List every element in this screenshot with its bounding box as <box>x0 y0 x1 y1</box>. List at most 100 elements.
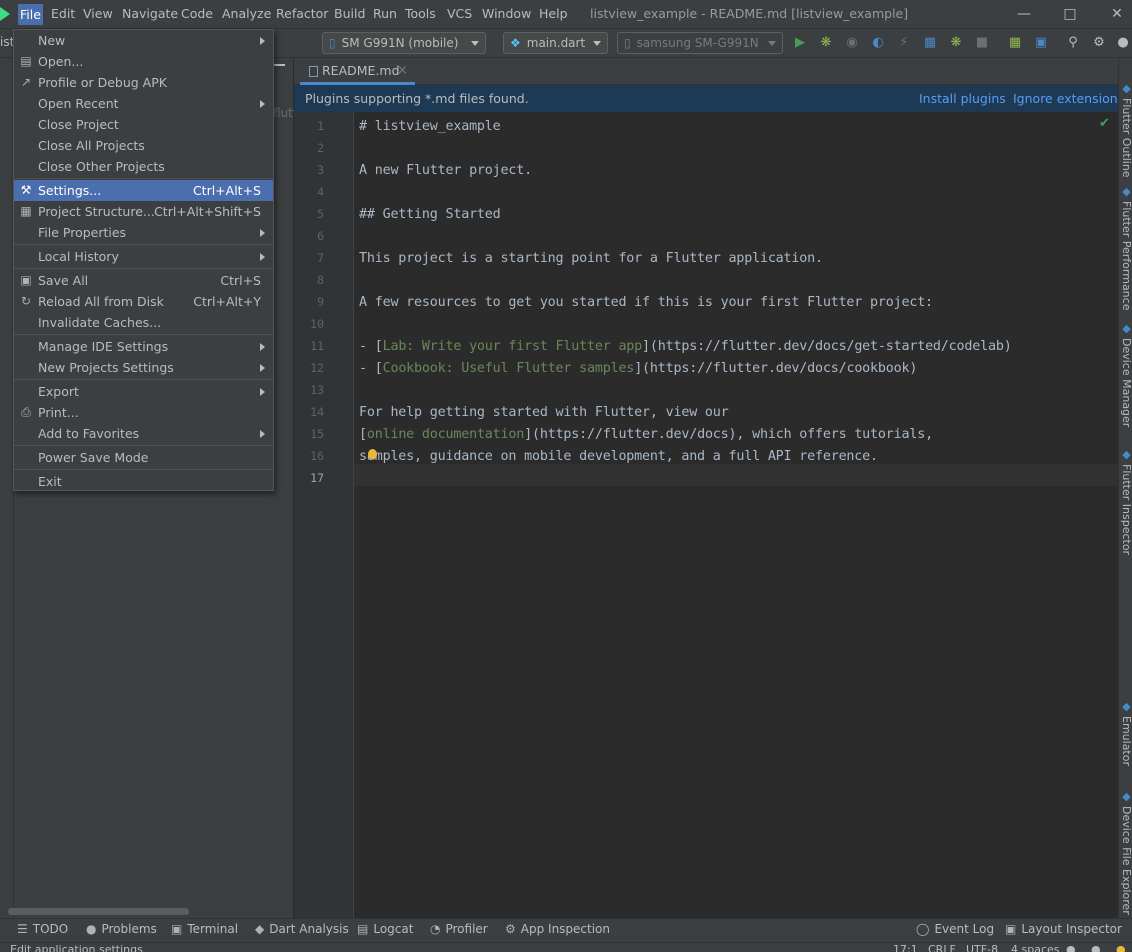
android-studio-logo-icon <box>0 7 10 21</box>
line-number: 4 <box>317 185 324 199</box>
line-number: 15 <box>310 427 324 441</box>
menu-item-close-other-projects[interactable]: Close Other Projects <box>14 156 273 177</box>
menu-item-open-recent[interactable]: Open Recent <box>14 93 273 114</box>
git-icon[interactable]: ● <box>1066 943 1076 952</box>
gear-icon[interactable]: ⚙ <box>1091 35 1107 51</box>
profile-icon[interactable]: ◐ <box>870 35 886 51</box>
menu-build[interactable]: Build <box>334 6 365 21</box>
tool-flutter-performance[interactable]: ◆ Flutter Performance <box>1120 185 1132 310</box>
menu-item-manage-ide-settings[interactable]: Manage IDE Settings <box>14 336 273 357</box>
menu-refactor[interactable]: Refactor <box>276 6 328 21</box>
code-editor[interactable] <box>354 112 1118 918</box>
left-tool-stripe <box>0 58 14 918</box>
ignore-extension-link[interactable]: Ignore extension <box>1013 85 1118 112</box>
menu-file[interactable]: File <box>18 4 43 25</box>
tool-label: TODO <box>32 922 69 936</box>
menu-item-export[interactable]: Export <box>14 381 273 402</box>
menu-item-settings[interactable]: ⚒ Settings... Ctrl+Alt+S <box>14 180 273 201</box>
tool-layout-inspector[interactable]: ▣ Layout Inspector <box>1005 922 1122 936</box>
menu-tools[interactable]: Tools <box>405 6 436 21</box>
tool-emulator[interactable]: ◆ Emulator <box>1120 700 1132 766</box>
tool-terminal[interactable]: ▣ Terminal <box>171 922 238 936</box>
lightbulb-icon[interactable] <box>368 449 377 459</box>
menu-window[interactable]: Window <box>482 6 531 21</box>
line-number: 5 <box>317 207 324 221</box>
code-line: samples, guidance on mobile development,… <box>359 449 878 464</box>
menu-item-new-projects-settings[interactable]: New Projects Settings <box>14 357 273 378</box>
run-config-combo[interactable]: ❖ main.dart <box>503 32 608 54</box>
hide-panel-icon[interactable] <box>273 64 285 66</box>
menu-code[interactable]: Code <box>181 6 213 21</box>
menu-analyze[interactable]: Analyze <box>222 6 271 21</box>
menu-item-save-all[interactable]: ▣ Save All Ctrl+S <box>14 270 273 291</box>
line-number: 2 <box>317 141 324 155</box>
debug-icon[interactable]: ❋ <box>818 35 834 51</box>
tool-profiler[interactable]: ◔ Profiler <box>430 922 488 936</box>
tool-event-log[interactable]: ◯ Event Log <box>916 922 994 936</box>
indent-setting[interactable]: 4 spaces <box>1011 943 1060 952</box>
tool-device-manager[interactable]: ◆ Device Manager <box>1120 322 1132 427</box>
tool-dart-analysis[interactable]: ◆ Dart Analysis <box>255 922 349 936</box>
minimize-icon[interactable]: — <box>1013 4 1035 24</box>
tool-app-inspection[interactable]: ⚙ App Inspection <box>505 922 610 936</box>
horizontal-scrollbar[interactable] <box>8 908 189 915</box>
menu-item-invalidate-caches[interactable]: Invalidate Caches... <box>14 312 273 333</box>
menu-item-open[interactable]: ▤ Open... <box>14 51 273 72</box>
menu-item-close-all-projects[interactable]: Close All Projects <box>14 135 273 156</box>
search-icon[interactable]: ⚲ <box>1065 35 1081 51</box>
caret-position[interactable]: 17:1 <box>893 943 918 952</box>
line-separator[interactable]: CRLF <box>928 943 956 952</box>
file-encoding[interactable]: UTF-8 <box>966 943 998 952</box>
device-selector-combo[interactable]: ▯ samsung SM-G991N <box>617 32 783 54</box>
menu-item-power-save-mode[interactable]: Power Save Mode <box>14 447 273 468</box>
run-icon[interactable]: ▶ <box>792 35 808 51</box>
close-tab-icon[interactable]: × <box>397 59 408 83</box>
menu-item-reload-all-from-disk[interactable]: ↻ Reload All from Disk Ctrl+Alt+Y <box>14 291 273 312</box>
menu-item-project-structure[interactable]: ▦ Project Structure... Ctrl+Alt+Shift+S <box>14 201 273 222</box>
tool-flutter-outline[interactable]: ◆ Flutter Outline <box>1120 82 1132 178</box>
hot-reload-icon[interactable]: ⚡ <box>896 35 912 51</box>
memory-icon[interactable]: ● <box>1091 943 1101 952</box>
apply-changes-icon[interactable]: ▦ <box>922 35 938 51</box>
menu-item-new[interactable]: New <box>14 30 273 51</box>
coverage-icon[interactable]: ◉ <box>844 35 860 51</box>
menu-run[interactable]: Run <box>373 6 397 21</box>
avd-manager-icon[interactable]: ▦ <box>1007 35 1023 51</box>
tool-device-file-explorer[interactable]: ◆ Device File Explorer <box>1120 790 1132 915</box>
menu-item-print[interactable]: ⎙ Print... <box>14 402 273 423</box>
notifications-icon[interactable]: ● <box>1116 943 1126 952</box>
code-text: # listview_example <box>359 119 501 134</box>
close-icon[interactable]: ✕ <box>1106 4 1128 24</box>
menu-separator <box>14 445 273 446</box>
tool-flutter-inspector[interactable]: ◆ Flutter Inspector <box>1120 448 1132 555</box>
menu-item-close-project[interactable]: Close Project <box>14 114 273 135</box>
menu-item-file-properties[interactable]: File Properties <box>14 222 273 243</box>
markdown-link-text: Cookbook: Useful Flutter samples <box>382 361 635 376</box>
install-plugins-link[interactable]: Install plugins <box>919 85 1006 112</box>
target-device-combo[interactable]: ▯ SM G991N (mobile) <box>322 32 486 54</box>
code-text: ## Getting Started <box>359 207 501 222</box>
tool-problems[interactable]: ● Problems <box>86 922 157 936</box>
menu-item-profile-or-debug-apk[interactable]: ↗ Profile or Debug APK <box>14 72 273 93</box>
tool-logcat[interactable]: ▤ Logcat <box>357 922 413 936</box>
ide-window: File Edit View Navigate Code Analyze Refactor B… <box>0 0 1132 952</box>
menu-help[interactable]: Help <box>539 6 568 21</box>
stop-icon[interactable]: ■ <box>974 35 990 51</box>
tool-todo[interactable]: ☰ TODO <box>17 922 68 936</box>
menu-edit[interactable]: Edit <box>51 6 75 21</box>
sdk-manager-icon[interactable]: ▣ <box>1033 35 1049 51</box>
menu-view[interactable]: View <box>83 6 113 21</box>
menu-item-label: Add to Favorites <box>38 426 140 441</box>
submenu-arrow-icon <box>260 430 265 438</box>
user-icon[interactable]: ● <box>1115 35 1131 51</box>
menu-item-add-to-favorites[interactable]: Add to Favorites <box>14 423 273 444</box>
menu-vcs[interactable]: VCS <box>447 6 472 21</box>
menu-navigate[interactable]: Navigate <box>122 6 178 21</box>
attach-debugger-icon[interactable]: ❋ <box>948 35 964 51</box>
menu-item-local-history[interactable]: Local History <box>14 246 273 267</box>
line-number: 8 <box>317 273 324 287</box>
maximize-icon[interactable]: □ <box>1059 4 1081 24</box>
menu-item-exit[interactable]: Exit <box>14 471 273 492</box>
app-inspection-icon: ⚙ <box>505 922 516 936</box>
window-title: listview_example - README.md [listview_e… <box>590 6 909 21</box>
